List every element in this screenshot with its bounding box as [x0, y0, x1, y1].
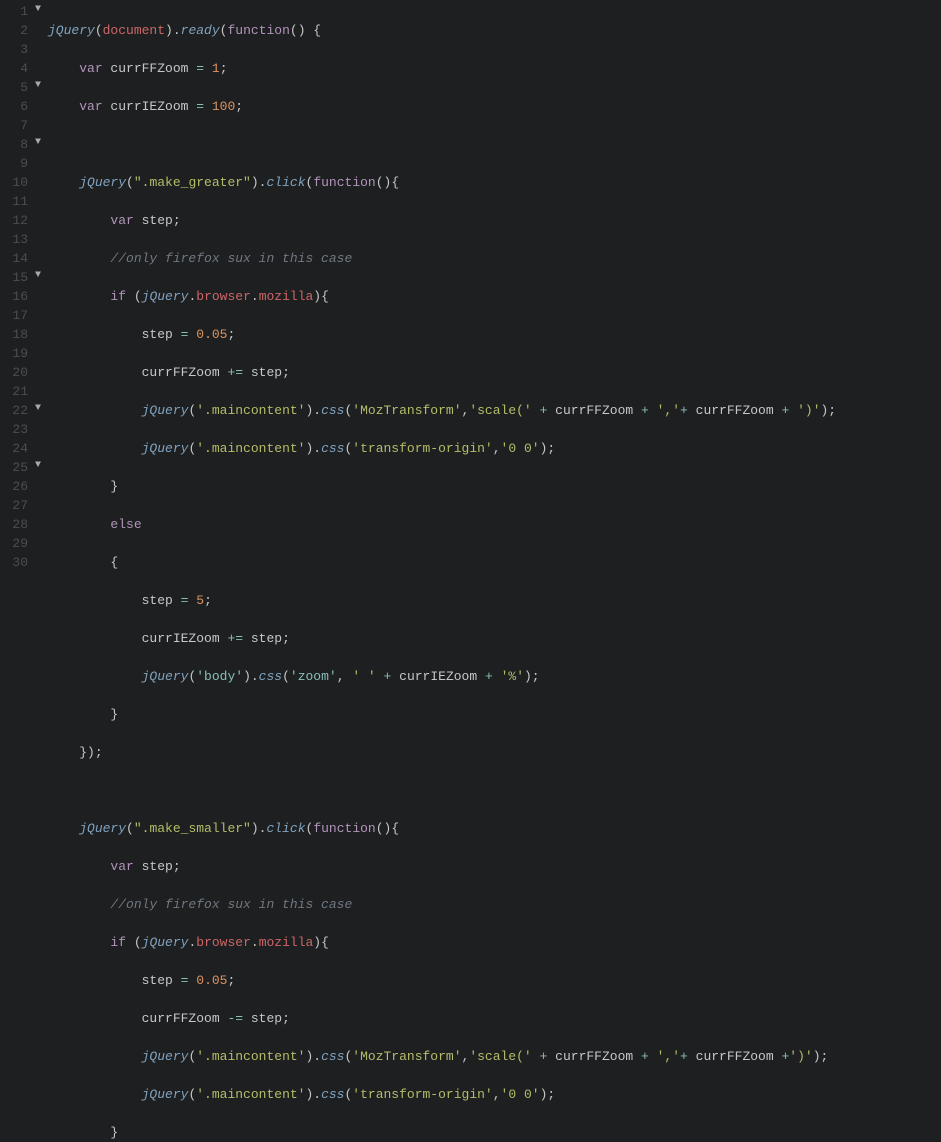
code-line[interactable]: jQuery('.maincontent').css('MozTransform…	[48, 1047, 836, 1066]
code-line[interactable]: });	[48, 743, 836, 762]
code-line[interactable]: jQuery(".make_smaller").click(function()…	[48, 819, 836, 838]
line-number: 27	[0, 496, 42, 515]
code-line[interactable]: currFFZoom -= step;	[48, 1009, 836, 1028]
code-line[interactable]: jQuery('.maincontent').css('MozTransform…	[48, 401, 836, 420]
code-line[interactable]: currFFZoom += step;	[48, 363, 836, 382]
fold-marker-icon[interactable]: ▼	[35, 5, 41, 15]
line-number: 15▼	[0, 268, 42, 287]
line-number: 1▼	[0, 2, 42, 21]
line-number: 11	[0, 192, 42, 211]
line-number: 19	[0, 344, 42, 363]
line-number: 29	[0, 534, 42, 553]
code-line[interactable]	[48, 135, 836, 154]
code-line[interactable]: if (jQuery.browser.mozilla){	[48, 933, 836, 952]
fold-marker-icon[interactable]: ▼	[35, 81, 41, 91]
line-number: 14	[0, 249, 42, 268]
line-number: 2	[0, 21, 42, 40]
line-number: 7	[0, 116, 42, 135]
fold-marker-icon[interactable]: ▼	[35, 461, 41, 471]
line-number: 4	[0, 59, 42, 78]
code-line[interactable]: var currFFZoom = 1;	[48, 59, 836, 78]
fold-marker-icon[interactable]: ▼	[35, 271, 41, 281]
code-line[interactable]: jQuery('.maincontent').css('transform-or…	[48, 439, 836, 458]
line-number: 20	[0, 363, 42, 382]
line-number-gutter: 1▼ 2 3 4 5▼ 6 7 8▼ 9 10 11 12 13 14 15▼ …	[0, 0, 42, 571]
line-number: 9	[0, 154, 42, 173]
code-line[interactable]: //only firefox sux in this case	[48, 249, 836, 268]
code-line[interactable]: }	[48, 477, 836, 496]
line-number: 30	[0, 553, 42, 572]
code-line[interactable]: currIEZoom += step;	[48, 629, 836, 648]
code-line[interactable]: step = 5;	[48, 591, 836, 610]
line-number: 23	[0, 420, 42, 439]
code-line[interactable]: jQuery('.maincontent').css('transform-or…	[48, 1085, 836, 1104]
line-number: 5▼	[0, 78, 42, 97]
code-line[interactable]	[48, 781, 836, 800]
line-number: 13	[0, 230, 42, 249]
code-line[interactable]: var step;	[48, 211, 836, 230]
code-line[interactable]: if (jQuery.browser.mozilla){	[48, 287, 836, 306]
code-line[interactable]: step = 0.05;	[48, 971, 836, 990]
line-number: 26	[0, 477, 42, 496]
code-line[interactable]: else	[48, 515, 836, 534]
line-number: 24	[0, 439, 42, 458]
line-number: 25▼	[0, 458, 42, 477]
line-number: 8▼	[0, 135, 42, 154]
line-number: 16	[0, 287, 42, 306]
code-line[interactable]: jQuery(document).ready(function() {	[48, 21, 836, 40]
line-number: 18	[0, 325, 42, 344]
line-number: 6	[0, 97, 42, 116]
line-number: 12	[0, 211, 42, 230]
code-line[interactable]: var currIEZoom = 100;	[48, 97, 836, 116]
fold-marker-icon[interactable]: ▼	[35, 404, 41, 414]
code-line[interactable]: }	[48, 1123, 836, 1142]
code-line[interactable]: jQuery(".make_greater").click(function()…	[48, 173, 836, 192]
code-line[interactable]: }	[48, 705, 836, 724]
code-line[interactable]: step = 0.05;	[48, 325, 836, 344]
code-line[interactable]: var step;	[48, 857, 836, 876]
code-line[interactable]: {	[48, 553, 836, 572]
code-editor[interactable]: jQuery(document).ready(function() { var …	[42, 0, 836, 571]
line-number: 17	[0, 306, 42, 325]
code-line[interactable]: jQuery('body').css('zoom', ' ' + currIEZ…	[48, 667, 836, 686]
line-number: 28	[0, 515, 42, 534]
line-number: 3	[0, 40, 42, 59]
line-number: 21	[0, 382, 42, 401]
code-line[interactable]: //only firefox sux in this case	[48, 895, 836, 914]
fold-marker-icon[interactable]: ▼	[35, 138, 41, 148]
line-number: 10	[0, 173, 42, 192]
line-number: 22▼	[0, 401, 42, 420]
